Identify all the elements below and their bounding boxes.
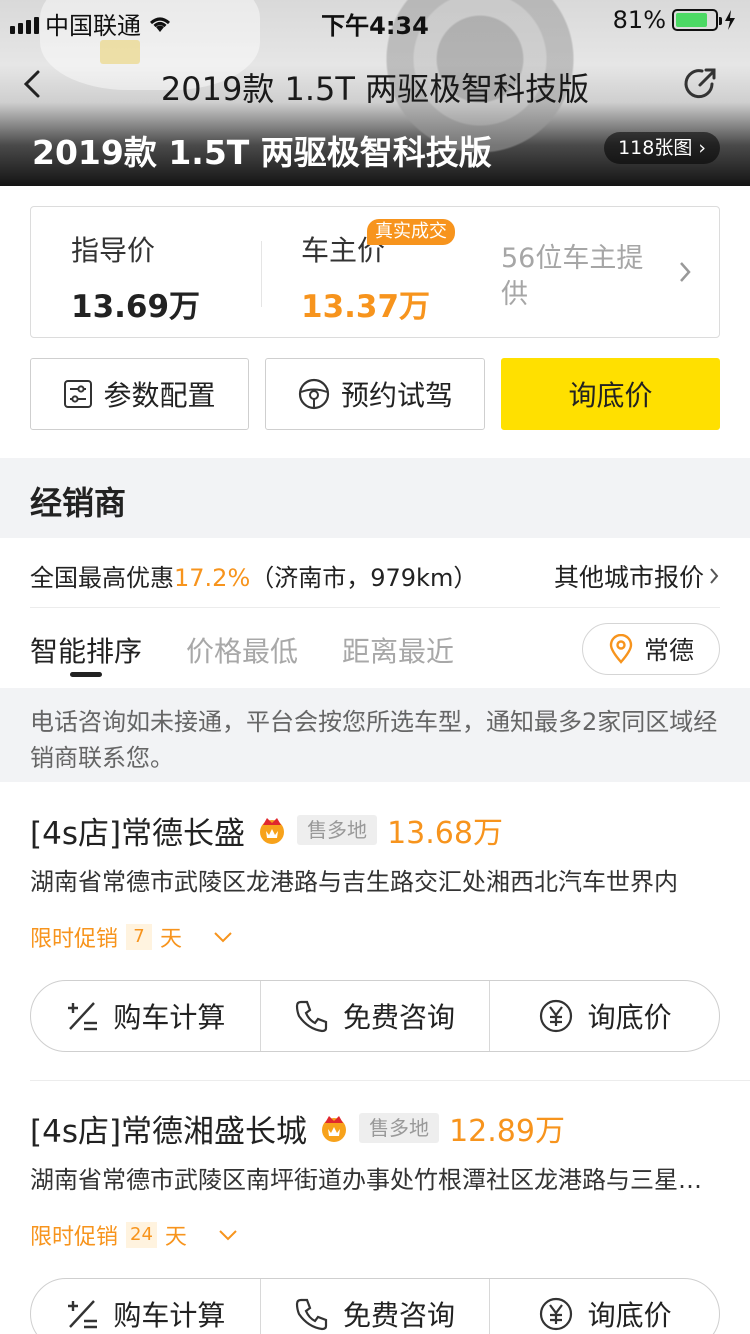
dealer-inquiry-button[interactable]: 询底价: [490, 1279, 719, 1334]
battery-icon: [672, 9, 722, 31]
crown-medal-icon: [322, 1116, 347, 1142]
chevron-right-icon: [680, 262, 691, 282]
hero-image[interactable]: 中国联通 下午4:34 81% 2019款 1.5T 两驱极智科技版 2019款…: [0, 0, 750, 186]
tab-lowest-price[interactable]: 价格最低: [186, 630, 298, 674]
promo-label: 限时促销: [30, 1225, 119, 1250]
battery-percent: 81%: [612, 6, 666, 34]
calculator-icon: [68, 1300, 98, 1329]
nav-title: 2019款 1.5T 两驱极智科技版: [160, 70, 590, 108]
car-calc-button[interactable]: 购车计算: [31, 1279, 261, 1334]
calculator-icon: [68, 1002, 98, 1031]
dealer-card[interactable]: [4s店]常德长盛 售多地 13.68万 湖南省常德市武陵区龙港路与吉生路交汇处…: [30, 810, 720, 953]
phone-icon: [295, 1298, 328, 1331]
discount-prefix: 全国最高优惠: [30, 564, 174, 592]
dealer-address: 湖南省常德市武陵区南坪街道办事处竹根潭社区龙港路与三星…: [30, 1166, 702, 1194]
dealer-address: 湖南省常德市武陵区龙港路与吉生路交汇处湘西北汽车世界内: [30, 868, 678, 896]
car-calc-label: 购车计算: [113, 1001, 226, 1034]
crown-medal-icon: [260, 818, 285, 844]
dealer-tag: 售多地: [297, 815, 378, 845]
chevron-down-icon: [214, 932, 232, 943]
dealer-inquiry-button[interactable]: 询底价: [490, 981, 719, 1051]
settings-sliders-icon: [64, 380, 93, 408]
price-divider: [261, 241, 262, 307]
steering-wheel-icon: [298, 378, 330, 410]
test-drive-label: 预约试驾: [340, 379, 453, 412]
other-city-link[interactable]: 其他城市报价: [554, 558, 720, 594]
chevron-right-icon: [710, 568, 719, 584]
yen-coin-icon: [539, 1297, 572, 1331]
notice-banner: 电话咨询如未接通，平台会按您所选车型，通知最多2家同区域经销商联系您。: [0, 688, 750, 782]
sort-tabs: 智能排序 价格最低 距离最近: [30, 630, 454, 677]
action-buttons: 参数配置 预约试驾 询底价: [30, 358, 720, 430]
real-deal-badge: 真实成交: [367, 219, 455, 245]
promo-row[interactable]: 限时促销 7 天: [30, 921, 720, 953]
status-right: 81%: [613, 6, 736, 34]
hero-title: 2019款 1.5T 两驱极智科技版: [32, 133, 492, 172]
owner-price-value: 13.37万: [301, 289, 431, 325]
promo-unit: 天: [164, 1225, 187, 1250]
params-label: 参数配置: [103, 379, 216, 412]
photo-count-button[interactable]: 118张图 ›: [604, 132, 720, 164]
dealer-card[interactable]: [4s店]常德湘盛长城 售多地 12.89万 湖南省常德市武陵区南坪街道办事处竹…: [30, 1108, 720, 1251]
divider: [30, 607, 720, 608]
location-pin-icon: [609, 634, 633, 664]
phone-icon: [295, 1000, 328, 1033]
dealer-inquiry-label: 询底价: [587, 1299, 672, 1332]
promo-days: 7: [126, 924, 153, 950]
dealer-actions: 购车计算 免费咨询 询底价: [30, 1278, 720, 1334]
params-button[interactable]: 参数配置: [30, 358, 249, 430]
dealer-header: [4s店]常德湘盛长城 售多地 12.89万: [30, 1108, 720, 1150]
free-consult-label: 免费咨询: [343, 1299, 456, 1332]
city-selector[interactable]: 常德: [582, 623, 720, 675]
guide-price-value: 13.69万: [71, 289, 201, 325]
nav-bar: 2019款 1.5T 两驱极智科技版: [0, 50, 750, 118]
dealer-inquiry-label: 询底价: [587, 1001, 672, 1034]
yen-coin-icon: [539, 999, 572, 1033]
guide-price: 指导价 13.69万: [71, 229, 200, 326]
dealer-tag: 售多地: [359, 1113, 440, 1143]
dealers-title: 经销商: [30, 484, 127, 522]
chevron-right-icon: ›: [698, 137, 706, 159]
test-drive-button[interactable]: 预约试驾: [265, 358, 485, 430]
free-consult-label: 免费咨询: [343, 1001, 456, 1034]
photo-count-label: 118张图: [618, 137, 693, 159]
promo-days: 24: [126, 1222, 157, 1248]
other-city-label: 其他城市报价: [553, 563, 704, 592]
dealer-price: 13.68万: [387, 816, 503, 851]
city-label: 常德: [643, 636, 694, 665]
dealer-header: [4s店]常德长盛 售多地 13.68万: [30, 810, 720, 852]
dealer-name: [4s店]常德长盛: [30, 815, 246, 852]
dealer-actions: 购车计算 免费咨询 询底价: [30, 980, 720, 1052]
promo-unit: 天: [160, 927, 183, 952]
car-calc-button[interactable]: 购车计算: [31, 981, 261, 1051]
promo-label: 限时促销: [30, 927, 119, 952]
free-consult-button[interactable]: 免费咨询: [261, 981, 491, 1051]
dealer-name: [4s店]常德湘盛长城: [30, 1113, 308, 1150]
discount-value: 17.2%: [174, 564, 251, 592]
inquiry-button[interactable]: 询底价: [501, 358, 720, 430]
guide-price-label: 指导价: [71, 234, 156, 267]
status-bar: 中国联通 下午4:34 81%: [0, 0, 750, 40]
charging-icon: [725, 10, 735, 30]
tab-smart-sort[interactable]: 智能排序: [30, 630, 142, 677]
chevron-down-icon: [219, 1230, 237, 1241]
discount-suffix: （济南市，979km）: [250, 564, 478, 592]
free-consult-button[interactable]: 免费咨询: [261, 1279, 491, 1334]
divider: [30, 1080, 750, 1081]
owner-count: 56位车主提供: [501, 243, 644, 310]
inquiry-label: 询底价: [568, 379, 653, 412]
promo-row[interactable]: 限时促销 24 天: [30, 1219, 720, 1251]
share-icon[interactable]: [680, 64, 720, 104]
tab-nearest[interactable]: 距离最近: [342, 630, 454, 674]
dealer-price: 12.89万: [449, 1114, 565, 1149]
car-calc-label: 购车计算: [113, 1299, 226, 1332]
price-card[interactable]: 指导价 13.69万 车主价 13.37万 真实成交 56位车主提供: [30, 206, 720, 338]
